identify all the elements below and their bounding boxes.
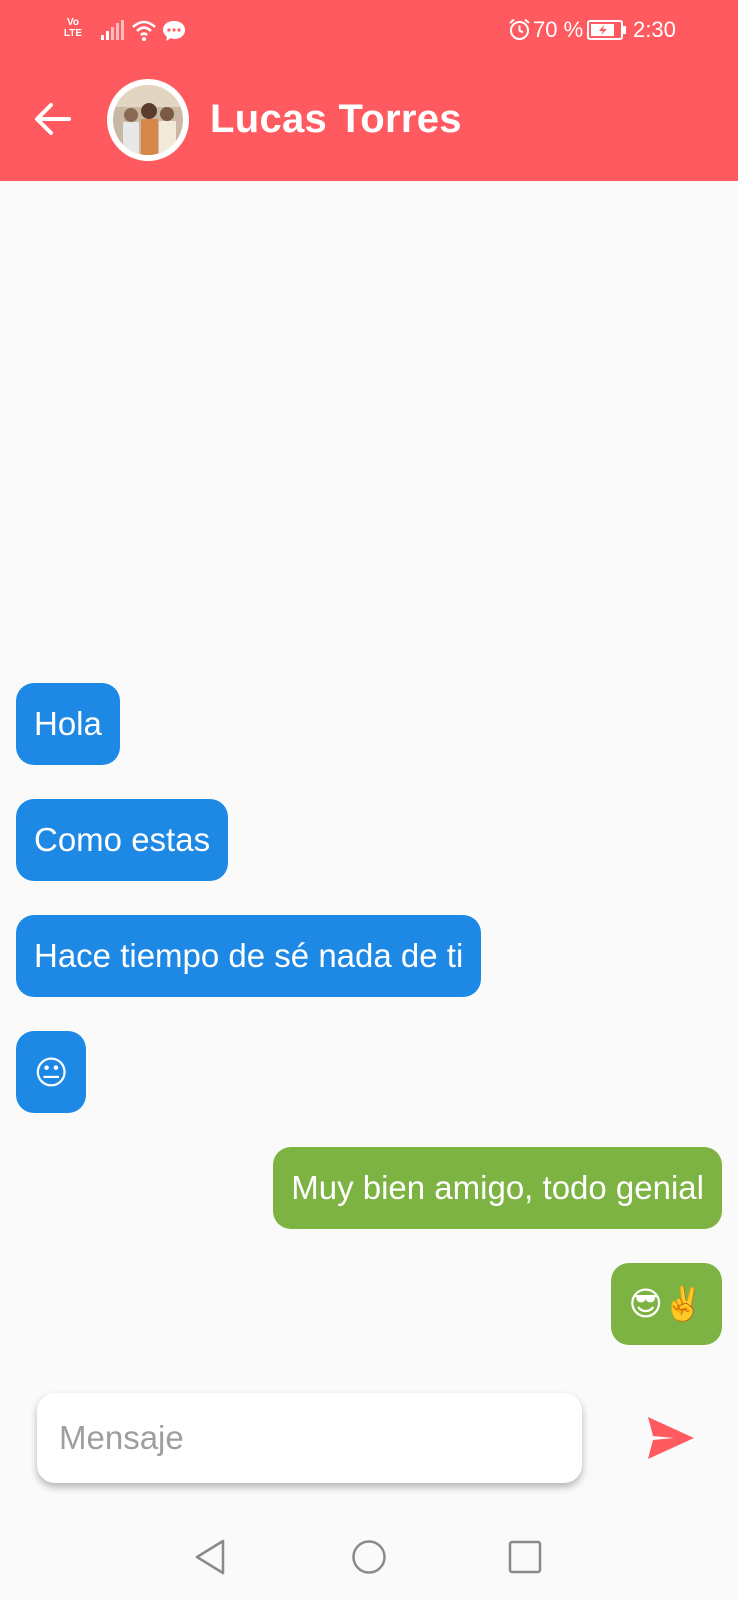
message-bubble-outgoing[interactable]: 😎✌️: [610, 1263, 722, 1345]
volte-label: Vo: [66, 17, 80, 28]
lte-label: LTE: [63, 28, 83, 39]
message-list: Hola Como estas Hace tiempo de sé nada d…: [0, 181, 738, 1345]
status-bar: Vo LTE 70 % 2:30: [0, 0, 738, 60]
nav-recents-icon[interactable]: [505, 1537, 545, 1577]
message-bubble-incoming[interactable]: Hace tiempo de sé nada de ti: [16, 915, 482, 997]
app-header: Vo LTE 70 % 2:30 Lucas Torres: [0, 0, 738, 181]
battery-charging-icon: [587, 20, 626, 40]
system-nav-bar: [0, 1515, 738, 1600]
message-input[interactable]: [37, 1393, 582, 1483]
back-arrow-icon: [35, 103, 71, 135]
battery-percent: 70 %: [533, 17, 584, 42]
avatar-photo: [113, 85, 183, 155]
nav-home-icon[interactable]: [349, 1537, 389, 1577]
send-button[interactable]: [646, 1415, 696, 1461]
back-button[interactable]: [30, 96, 76, 142]
wifi-icon: [132, 20, 156, 41]
signal-icon: [101, 20, 124, 40]
clock: 2:30: [633, 17, 676, 42]
message-bubble-incoming[interactable]: Como estas: [16, 799, 229, 881]
message-bubble-incoming[interactable]: 😐: [16, 1031, 87, 1113]
message-composer: [37, 1393, 582, 1483]
message-bubble-outgoing[interactable]: Muy bien amigo, todo genial: [273, 1147, 722, 1229]
volte-indicator: Vo LTE: [62, 17, 84, 39]
contact-name: Lucas Torres: [210, 97, 462, 141]
nav-back-icon[interactable]: [191, 1537, 231, 1577]
chat-notification-icon: [163, 21, 185, 41]
send-icon: [648, 1417, 694, 1459]
contact-avatar[interactable]: [107, 79, 189, 161]
message-bubble-incoming[interactable]: Hola: [16, 683, 120, 765]
alarm-icon: [509, 18, 530, 40]
